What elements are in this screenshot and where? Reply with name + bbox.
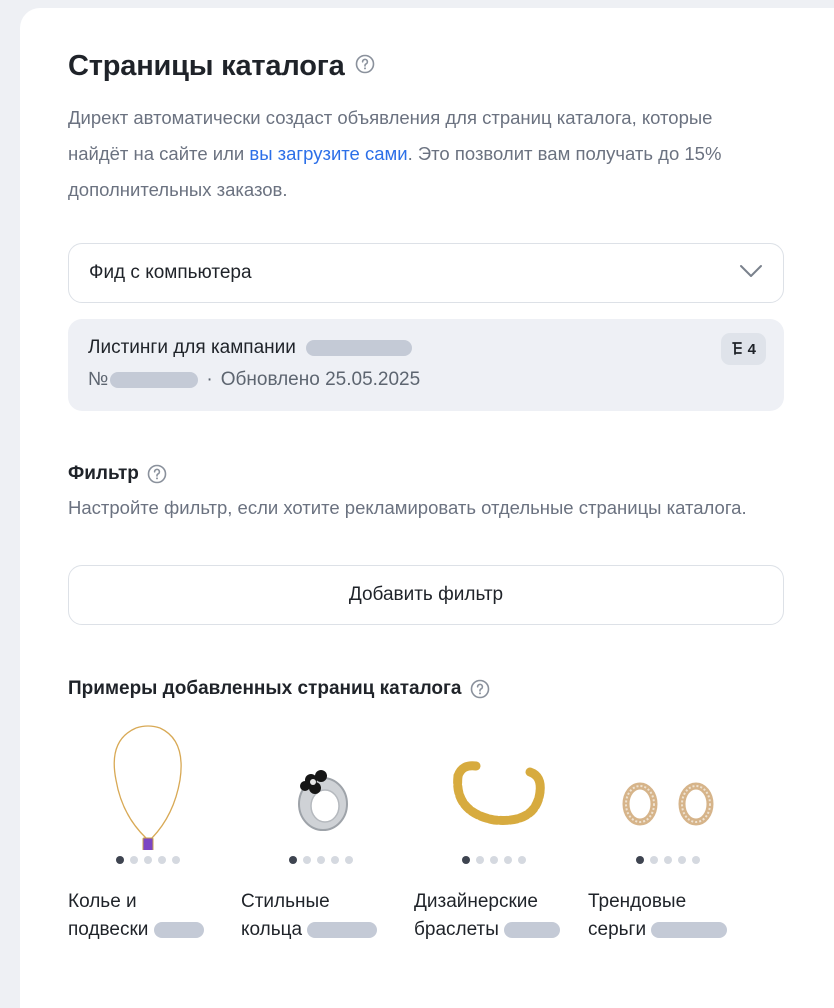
examples-title: Примеры добавленных страниц каталога (68, 678, 462, 699)
carousel-dot[interactable] (289, 856, 297, 864)
feed-source-value: Фид с компьютера (89, 262, 252, 283)
help-icon[interactable] (470, 679, 490, 699)
chevron-down-icon (739, 264, 763, 283)
carousel-dot[interactable] (650, 856, 658, 864)
title-row: Страницы каталога (68, 50, 375, 83)
carousel-dot[interactable] (476, 856, 484, 864)
carousel-dot[interactable] (158, 856, 166, 864)
catalog-description: Директ автоматически создаст объявления … (68, 100, 768, 208)
upload-yourself-link[interactable]: вы загрузите сами (249, 143, 407, 164)
carousel-dot[interactable] (678, 856, 686, 864)
page-title: Страницы каталога (68, 50, 345, 82)
redacted-count (153, 921, 204, 938)
feed-name-label: Листинги для кампании (88, 337, 296, 358)
filter-title: Фильтр (68, 463, 139, 484)
example-name-line: кольца (241, 919, 303, 940)
add-filter-button[interactable]: Добавить фильтр (68, 565, 784, 625)
catalog-pages-card: Страницы каталога Директ автоматически с… (20, 8, 834, 1008)
carousel-dot[interactable] (130, 856, 138, 864)
carousel-dot[interactable] (504, 856, 512, 864)
example-name-line: браслеты (414, 919, 499, 940)
redacted-campaign-name (305, 340, 412, 356)
example-name: Трендовые серьги (588, 888, 758, 944)
example-name-line: Стильные (241, 891, 330, 912)
example-name-line: серьги (588, 919, 647, 940)
carousel-dot[interactable] (345, 856, 353, 864)
tree-icon (731, 341, 743, 357)
feed-card[interactable]: Листинги для кампании № · Обновлено 25.0… (68, 319, 784, 411)
help-icon[interactable] (147, 464, 167, 484)
image-carousel-dots[interactable] (68, 856, 228, 864)
carousel-dot[interactable] (303, 856, 311, 864)
redacted-count (651, 921, 728, 938)
feed-updated-date: Обновлено 25.05.2025 (220, 369, 421, 390)
carousel-dot[interactable] (317, 856, 325, 864)
listings-count: 4 (747, 340, 756, 358)
separator: · (206, 369, 213, 390)
filter-description: Настройте фильтр, если хотите рекламиров… (68, 497, 747, 518)
example-name-line: Дизайнерские (414, 891, 538, 912)
example-name: Дизайнерские браслеты (414, 888, 584, 944)
redacted-count (504, 921, 561, 938)
bracelet-image (414, 720, 574, 850)
example-name: Колье и подвески (68, 888, 238, 944)
image-carousel-dots[interactable] (241, 856, 401, 864)
carousel-dot[interactable] (692, 856, 700, 864)
necklace-image (68, 720, 228, 855)
listings-count-badge: 4 (720, 333, 766, 365)
carousel-dot[interactable] (462, 856, 470, 864)
carousel-dot[interactable] (518, 856, 526, 864)
feed-number-prefix: № (88, 369, 109, 390)
examples-title-row: Примеры добавленных страниц каталога (68, 678, 490, 700)
example-name-line: подвески (68, 919, 149, 940)
feed-source-select[interactable]: Фид с компьютера (68, 243, 784, 303)
image-carousel-dots[interactable] (588, 856, 748, 864)
carousel-dot[interactable] (331, 856, 339, 864)
redacted-feed-number (110, 372, 199, 388)
earrings-image (588, 720, 748, 850)
carousel-dot[interactable] (636, 856, 644, 864)
feed-name: Листинги для кампании (88, 337, 412, 359)
carousel-dot[interactable] (490, 856, 498, 864)
help-icon[interactable] (355, 54, 375, 79)
carousel-dot[interactable] (144, 856, 152, 864)
ring-image (241, 720, 401, 850)
carousel-dot[interactable] (116, 856, 124, 864)
carousel-dot[interactable] (172, 856, 180, 864)
example-name-line: Трендовые (588, 891, 687, 912)
examples-list: Колье и подвески Стильные кольца Дизайне… (68, 720, 784, 970)
image-carousel-dots[interactable] (414, 856, 574, 864)
carousel-dot[interactable] (664, 856, 672, 864)
example-name: Стильные кольца (241, 888, 411, 944)
example-name-line: Колье и (68, 891, 137, 912)
feed-meta: № · Обновлено 25.05.2025 (88, 369, 420, 391)
redacted-count (307, 921, 378, 938)
filter-title-row: Фильтр (68, 463, 167, 485)
